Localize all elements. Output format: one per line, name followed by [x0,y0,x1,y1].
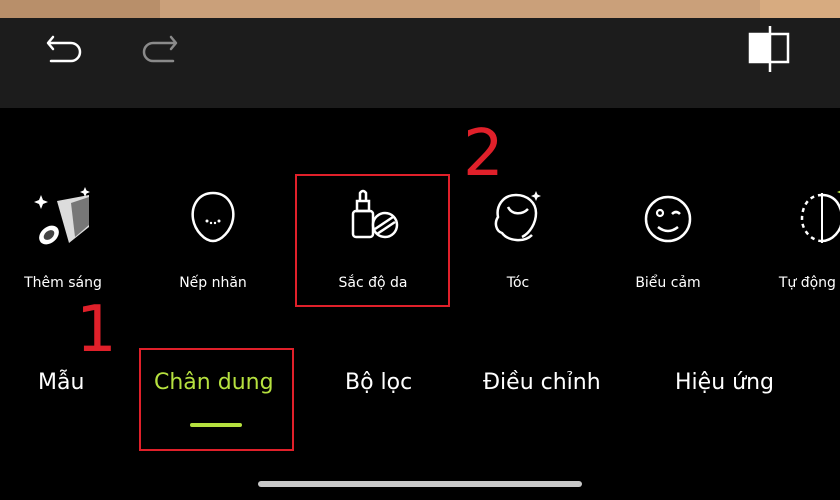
tool-label: Nếp nhăn [179,275,247,291]
annotation-number-2: 2 [463,117,504,191]
photo-shade [0,0,160,18]
home-indicator [258,481,582,487]
annotation-box-step2 [295,174,450,307]
photo-skin-area [760,0,840,18]
redo-button[interactable] [134,28,184,70]
photo-preview-edge [0,0,840,18]
tab-dieu-chinh[interactable]: Điều chỉnh [483,370,601,395]
annotation-box-step1 [139,348,294,451]
tab-mau[interactable]: Mẫu [38,370,84,395]
wink-face-icon [644,195,692,243]
undo-icon [46,35,82,63]
redo-icon [142,35,178,63]
compare-button[interactable] [740,22,800,76]
auto-fix-face-icon [800,190,840,243]
tool-label: Tự động sửa [778,275,840,291]
undo-button[interactable] [40,28,90,70]
tool-label: Thêm sáng [24,275,102,291]
tool-label: Tóc [506,275,530,291]
annotation-number-1: 1 [76,293,117,367]
spotlight-icon [34,187,90,245]
tool-label: Biểu cảm [635,275,701,291]
top-toolbar [0,18,840,108]
hair-icon [494,191,541,242]
compare-icon [748,26,790,72]
face-wrinkle-icon [191,191,235,243]
tab-bo-loc[interactable]: Bộ lọc [345,370,412,395]
tab-hieu-ung[interactable]: Hiệu ứng [675,370,774,395]
